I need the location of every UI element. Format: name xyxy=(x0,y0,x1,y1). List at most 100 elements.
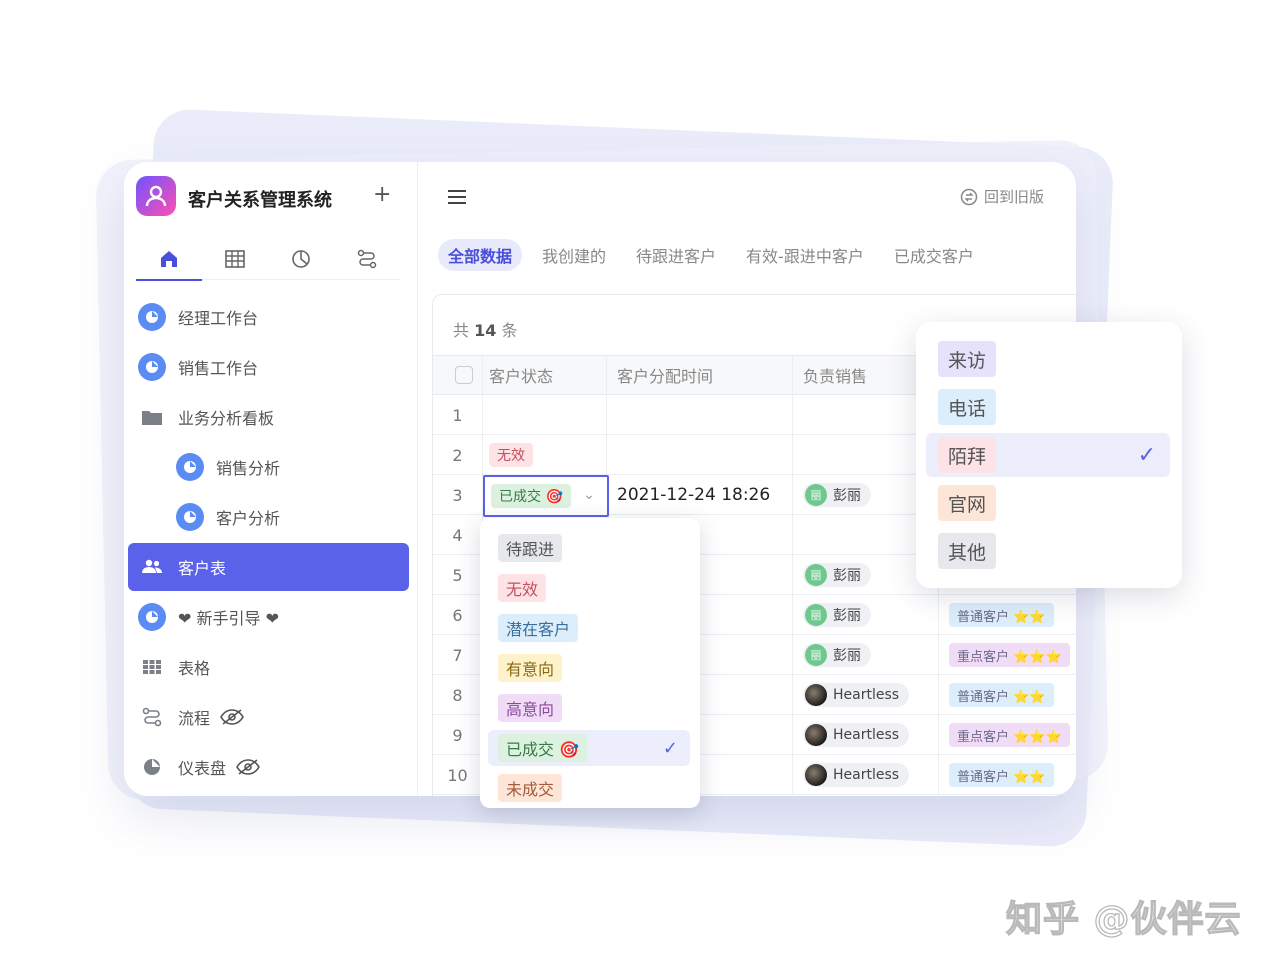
sidebar-item-label: 经理工作台 xyxy=(178,309,259,328)
status-option-tag: 无效 xyxy=(498,574,547,602)
status-option[interactable]: 已成交 🎯 ✓ xyxy=(480,728,700,768)
status-option[interactable]: 潜在客户 xyxy=(480,608,700,648)
sales-person-chip: 丽彭丽 xyxy=(803,563,871,587)
dashboard-icon xyxy=(138,603,166,631)
status-option[interactable]: 高意向 xyxy=(480,688,700,728)
stage: 客户关系管理系统 + 经理工作台 销售工作台 业务分析看板 销售分析 客户分析 … xyxy=(0,0,1280,963)
source-dropdown: 来访 电话陌拜 ✓ 官网其他 xyxy=(916,322,1182,588)
eye-hidden-icon[interactable] xyxy=(236,759,260,775)
status-select[interactable]: 已成交 🎯 ⌄ xyxy=(483,475,609,517)
source-option[interactable]: 陌拜 ✓ xyxy=(916,431,1182,479)
sidebar-item-label: 销售工作台 xyxy=(178,359,259,378)
status-option[interactable]: 无效 xyxy=(480,568,700,608)
level-cell[interactable]: 重点客户 ⭐⭐⭐ xyxy=(939,635,1076,675)
sidebar-item-sales-workbench[interactable]: 销售工作台 xyxy=(124,342,418,392)
sales-person-name: Heartless xyxy=(833,767,900,783)
sales-cell[interactable]: Heartless xyxy=(793,675,939,715)
dashboard-icon xyxy=(176,503,204,531)
tab-all-data[interactable]: 全部数据 xyxy=(438,239,523,271)
avatar: 丽 xyxy=(805,604,827,626)
status-option[interactable]: 待跟进 xyxy=(480,528,700,568)
source-option[interactable]: 官网 xyxy=(916,479,1182,527)
row-number: 7 xyxy=(433,635,483,675)
assign-time-cell[interactable]: 2021-12-24 18:26 xyxy=(607,475,793,515)
sales-cell[interactable]: 丽彭丽 xyxy=(793,635,939,675)
sales-person-chip: 丽彭丽 xyxy=(803,483,871,507)
status-option[interactable]: 有意向 xyxy=(480,648,700,688)
grid-icon[interactable] xyxy=(202,238,268,280)
level-cell[interactable]: 重点客户 ⭐⭐⭐ xyxy=(939,715,1076,755)
sidebar-item-label: ❤ 新手引导 ❤ xyxy=(178,609,279,628)
assign-time-cell[interactable] xyxy=(607,395,793,435)
status-cell[interactable]: 无效 xyxy=(483,435,607,475)
source-option-tag: 其他 xyxy=(938,533,997,569)
sales-cell[interactable]: Heartless xyxy=(793,755,939,795)
tab-pending-follow-up[interactable]: 待跟进客户 xyxy=(626,239,726,271)
dropdown-padding xyxy=(480,518,700,528)
avatar xyxy=(805,724,827,746)
record-count: 共 14 条 xyxy=(453,321,518,340)
level-tag: 普通客户 ⭐⭐ xyxy=(949,763,1054,787)
sidebar-item-tables[interactable]: 表格 xyxy=(124,642,418,692)
chart-icon[interactable] xyxy=(268,238,334,280)
sidebar-item-dashboard[interactable]: 仪表盘 xyxy=(124,742,418,792)
sidebar-item-onboarding[interactable]: ❤ 新手引导 ❤ xyxy=(124,592,418,642)
sales-cell[interactable]: 丽彭丽 xyxy=(793,595,939,635)
row-number: 8 xyxy=(433,675,483,715)
source-option[interactable]: 来访 xyxy=(916,335,1182,383)
sidebar-item-sales-analysis[interactable]: 销售分析 xyxy=(124,442,418,492)
column-header[interactable]: 客户分配时间 xyxy=(607,356,793,394)
tab-active-following[interactable]: 有效-跟进中客户 xyxy=(736,239,874,271)
column-header[interactable]: 客户状态 xyxy=(483,356,607,394)
status-option-tag: 未成交 xyxy=(498,774,563,802)
assign-time-cell[interactable] xyxy=(607,435,793,475)
level-cell[interactable]: 普通客户 ⭐⭐ xyxy=(939,675,1076,715)
grid-icon xyxy=(138,653,166,681)
menu-icon[interactable] xyxy=(448,190,466,208)
flow-icon[interactable] xyxy=(334,238,400,280)
check-icon: ✓ xyxy=(1137,443,1156,468)
level-cell[interactable]: 普通客户 ⭐⭐ xyxy=(939,755,1076,795)
tab-created-by-me[interactable]: 我创建的 xyxy=(532,239,616,271)
sidebar-item-label: 表格 xyxy=(178,659,211,678)
sales-person-name: 彭丽 xyxy=(833,608,861,624)
sidebar-item-manager-workbench[interactable]: 经理工作台 xyxy=(124,292,418,342)
dropdown-padding xyxy=(916,322,1182,335)
eye-hidden-icon[interactable] xyxy=(220,709,244,725)
sidebar-item-label: 客户分析 xyxy=(216,509,281,528)
sidebar-nav: 经理工作台 销售工作台 业务分析看板 销售分析 客户分析 客户表 ❤ 新手引导 … xyxy=(124,292,418,792)
old-version-button[interactable]: 回到旧版 xyxy=(960,186,1044,207)
pie-icon xyxy=(138,753,166,781)
sales-person-name: Heartless xyxy=(833,727,900,743)
source-option[interactable]: 电话 xyxy=(916,383,1182,431)
sidebar-item-flow[interactable]: 流程 xyxy=(124,692,418,742)
folder-icon xyxy=(138,403,166,431)
row-number: 9 xyxy=(433,715,483,755)
level-cell[interactable]: 普通客户 ⭐⭐ xyxy=(939,595,1076,635)
sidebar: 客户关系管理系统 + 经理工作台 销售工作台 业务分析看板 销售分析 客户分析 … xyxy=(124,162,418,796)
sales-cell[interactable]: Heartless xyxy=(793,715,939,755)
avatar xyxy=(805,764,827,786)
sales-person-name: 彭丽 xyxy=(833,488,861,504)
chevron-down-icon[interactable]: ⌄ xyxy=(583,487,595,503)
avatar xyxy=(805,684,827,706)
home-icon[interactable] xyxy=(136,238,202,281)
row-number: 10 xyxy=(433,755,483,795)
select-all-checkbox[interactable] xyxy=(455,366,473,384)
status-option[interactable]: 未成交 xyxy=(480,768,700,808)
sidebar-item-customer-table[interactable]: 客户表 xyxy=(124,542,418,592)
source-option[interactable]: 其他 xyxy=(916,527,1182,575)
sidebar-item-business-analysis[interactable]: 业务分析看板 xyxy=(124,392,418,442)
sales-person-chip: Heartless xyxy=(803,683,910,707)
level-tag: 普通客户 ⭐⭐ xyxy=(949,683,1054,707)
plus-icon[interactable]: + xyxy=(373,182,391,207)
sidebar-item-customer-analysis[interactable]: 客户分析 xyxy=(124,492,418,542)
tab-closed-customers[interactable]: 已成交客户 xyxy=(884,239,984,271)
sidebar-item-label: 流程 xyxy=(178,709,211,728)
sidebar-item-label: 销售分析 xyxy=(216,459,281,478)
status-tag: 已成交 🎯 xyxy=(491,484,571,508)
avatar: 丽 xyxy=(805,564,827,586)
source-option-tag: 陌拜 xyxy=(938,437,997,473)
view-tabs: 全部数据 我创建的 待跟进客户 有效-跟进中客户 已成交客户 xyxy=(438,238,984,272)
status-cell[interactable] xyxy=(483,395,607,435)
